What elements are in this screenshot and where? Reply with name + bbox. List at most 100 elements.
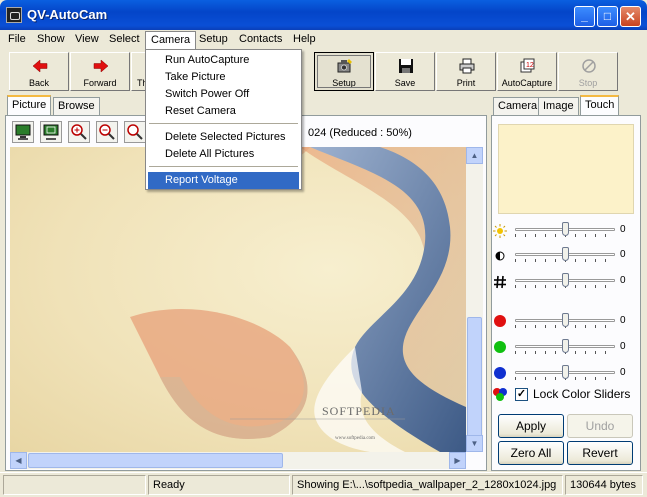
monitor-icon [43, 124, 59, 140]
minimize-button[interactable]: _ [574, 6, 595, 27]
rgb-circles-icon [493, 388, 507, 402]
brightness-slider-row: 0 [493, 222, 638, 244]
forward-label: Forward [83, 78, 117, 88]
menu-delete-all-pictures[interactable]: Delete All Pictures [148, 146, 299, 163]
save-label: Save [394, 78, 416, 88]
green-slider[interactable] [562, 339, 569, 353]
tab-touch[interactable]: Touch [580, 95, 620, 115]
setup-label: Setup [332, 78, 356, 88]
horizontal-scroll-thumb[interactable] [28, 453, 283, 468]
tab-camera[interactable]: Camera [493, 97, 543, 115]
blue-dot-icon [494, 367, 506, 379]
monitor-icon [15, 124, 31, 140]
menu-take-picture[interactable]: Take Picture [148, 69, 299, 86]
zoom-out-button[interactable] [96, 121, 118, 143]
autocapture-icon: 12 [520, 58, 535, 73]
close-button[interactable]: ✕ [620, 6, 641, 27]
menu-view[interactable]: View [70, 31, 104, 49]
brightness-slider[interactable] [562, 222, 569, 236]
svg-text:12: 12 [526, 62, 534, 69]
status-file-path: Showing E:\...\softpedia_wallpaper_2_128… [292, 475, 563, 495]
window-title: QV-AutoCam [27, 7, 108, 22]
menu-setup[interactable]: Setup [194, 31, 233, 49]
back-button[interactable]: Back [9, 52, 69, 91]
green-slider-row: 0 [493, 339, 638, 361]
vertical-scroll-thumb[interactable] [467, 317, 482, 437]
stop-button[interactable]: Stop [558, 52, 618, 91]
sharpness-slider-row: 0 [493, 273, 638, 295]
print-button[interactable]: Print [436, 52, 496, 91]
contrast-slider[interactable] [562, 247, 569, 261]
hash-icon [494, 275, 506, 289]
menu-separator [149, 123, 298, 124]
scroll-up-button[interactable]: ▲ [466, 147, 483, 164]
menu-bar: File Show View Select Camera Setup Conta… [0, 30, 647, 49]
menu-contacts[interactable]: Contacts [234, 31, 287, 49]
blue-value: 0 [620, 367, 626, 378]
autocapture-button[interactable]: 12 AutoCapture [497, 52, 557, 91]
zero-all-button[interactable]: Zero All [498, 441, 564, 465]
title-bar[interactable]: QV-AutoCam _ □ ✕ [0, 0, 647, 30]
print-label: Print [456, 78, 476, 88]
magnifier-minus-icon [99, 124, 115, 140]
camera-menu-dropdown: Run AutoCapture Take Picture Switch Powe… [145, 49, 302, 190]
blue-slider-row: 0 [493, 365, 638, 387]
lock-color-checkbox[interactable]: ✓ [515, 388, 528, 401]
back-label: Back [28, 78, 49, 88]
red-dot-icon [494, 315, 506, 327]
menu-switch-power-off[interactable]: Switch Power Off [148, 86, 299, 103]
autocapture-label: AutoCapture [501, 78, 553, 88]
status-bar: Ready Showing E:\...\softpedia_wallpaper… [0, 472, 647, 497]
apply-button[interactable]: Apply [498, 414, 564, 438]
menu-report-voltage[interactable]: Report Voltage [148, 172, 299, 189]
contrast-value: 0 [620, 249, 626, 260]
maximize-button[interactable]: □ [597, 6, 618, 27]
brightness-value: 0 [620, 224, 626, 235]
status-empty [3, 475, 146, 495]
menu-help[interactable]: Help [288, 31, 321, 49]
menu-run-autocapture[interactable]: Run AutoCapture [148, 52, 299, 69]
magnifier-plus-icon [71, 124, 87, 140]
stop-label: Stop [578, 78, 598, 88]
contrast-slider-row: 0 [493, 247, 638, 269]
tab-image[interactable]: Image [538, 97, 579, 115]
monitor-view-button[interactable] [12, 121, 34, 143]
undo-button[interactable]: Undo [567, 414, 633, 438]
scroll-right-button[interactable]: ▶ [449, 452, 466, 469]
watermark-brand: SOFTPEDIA [322, 404, 396, 418]
zoom-actual-button[interactable] [124, 121, 146, 143]
blue-slider[interactable] [562, 365, 569, 379]
floppy-disk-icon [399, 59, 413, 73]
tab-browse[interactable]: Browse [53, 97, 100, 115]
monitor-fit-button[interactable] [40, 121, 62, 143]
menu-file[interactable]: File [3, 31, 31, 49]
tab-picture[interactable]: Picture [7, 95, 52, 115]
contrast-icon [495, 251, 505, 261]
sharpness-slider[interactable] [562, 273, 569, 287]
green-value: 0 [620, 341, 626, 352]
thumbnails-label: Th [137, 78, 147, 88]
red-slider[interactable] [562, 313, 569, 327]
sharpness-value: 0 [620, 275, 626, 286]
camera-setup-icon [337, 59, 352, 73]
image-viewer[interactable]: SOFTPEDIA www.softpedia.com [10, 147, 466, 452]
menu-delete-selected-pictures[interactable]: Delete Selected Pictures [148, 129, 299, 146]
save-button[interactable]: Save [375, 52, 435, 91]
menu-camera[interactable]: Camera [145, 31, 197, 49]
vertical-scrollbar[interactable]: ▲ ▼ [466, 147, 483, 452]
menu-select[interactable]: Select [104, 31, 145, 49]
zoom-in-button[interactable] [68, 121, 90, 143]
green-dot-icon [494, 341, 506, 353]
scroll-left-button[interactable]: ◀ [10, 452, 27, 469]
status-ready: Ready [148, 475, 290, 495]
arrow-left-icon [32, 59, 48, 73]
menu-show[interactable]: Show [32, 31, 70, 49]
scroll-down-button[interactable]: ▼ [466, 435, 483, 452]
forward-button[interactable]: Forward [70, 52, 130, 91]
status-file-size: 130644 bytes [565, 475, 643, 495]
sun-icon [493, 224, 507, 238]
setup-button[interactable]: Setup [314, 52, 374, 91]
horizontal-scrollbar[interactable]: ◀ ▶ [10, 452, 466, 469]
menu-reset-camera[interactable]: Reset Camera [148, 103, 299, 120]
revert-button[interactable]: Revert [567, 441, 633, 465]
